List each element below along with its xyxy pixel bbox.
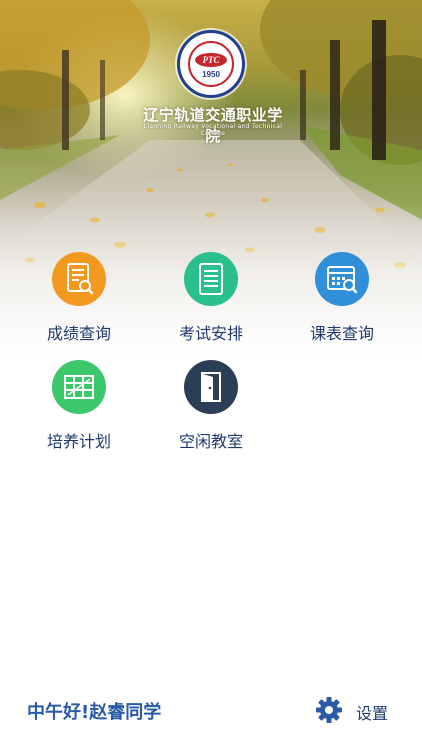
document-icon <box>184 252 238 306</box>
settings-label: 设置 <box>356 704 389 723</box>
menu-item-free-classroom[interactable]: 空闲教室 <box>151 360 271 460</box>
school-name-en: Liaoning Railway Vocational and Technica… <box>143 123 283 137</box>
plan-grid-icon <box>52 360 106 414</box>
greeting-text: 中午好!赵睿同学 <box>27 702 162 723</box>
door-icon <box>184 360 238 414</box>
settings-button[interactable]: 设置 <box>314 693 404 727</box>
menu-label-grades: 成绩查询 <box>46 324 111 343</box>
report-card-icon <box>52 252 106 306</box>
logo-year: 1950 <box>202 70 220 79</box>
menu-label-training-plan: 培养计划 <box>46 432 111 451</box>
schedule-search-icon <box>315 252 369 306</box>
menu-item-training-plan[interactable]: 培养计划 <box>19 360 139 460</box>
menu-item-grades[interactable]: 成绩查询 <box>19 252 139 352</box>
menu-label-timetable: 课表查询 <box>309 324 374 343</box>
menu-label-exams: 考试安排 <box>178 324 243 343</box>
menu-label-free-classroom: 空闲教室 <box>178 432 243 451</box>
school-logo: PTC 1950 <box>177 30 245 98</box>
menu-item-exams[interactable]: 考试安排 <box>151 252 271 352</box>
menu-item-timetable[interactable]: 课表查询 <box>282 252 402 352</box>
logo-inner-ring: PTC 1950 <box>188 41 234 87</box>
logo-mark-text: PTC <box>195 53 227 67</box>
gear-icon <box>316 697 342 723</box>
